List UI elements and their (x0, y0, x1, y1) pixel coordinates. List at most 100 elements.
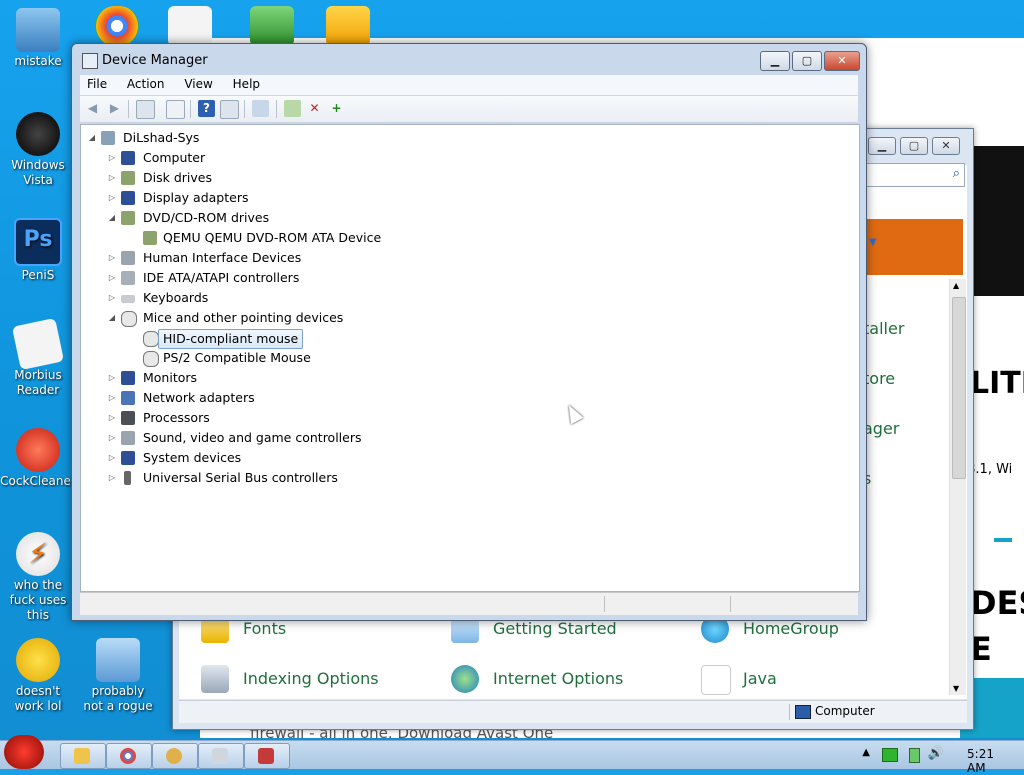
volume-icon[interactable]: 🔊 (928, 746, 944, 761)
cp-item-fonts[interactable]: Fonts (201, 615, 286, 643)
tree-node-disk-drives[interactable]: ▷ Disk drives (107, 169, 507, 187)
network-icon[interactable] (882, 748, 898, 762)
computer-icon (121, 151, 135, 165)
menu-view[interactable]: View (177, 75, 219, 93)
tree-node-mice[interactable]: ◢ Mice and other pointing devices (107, 309, 507, 327)
tree-node-monitors[interactable]: ▷ Monitors (107, 369, 507, 387)
cp-partial-item[interactable]: tore (863, 369, 895, 388)
start-button[interactable] (4, 735, 44, 769)
clock[interactable]: 5:21 AM (967, 747, 994, 775)
show-hidden-icons-icon[interactable]: ▲ (862, 747, 870, 758)
desktop-icon-mistake[interactable]: mistake (0, 8, 76, 69)
taskbar-settings[interactable] (152, 743, 198, 769)
menu-file[interactable]: File (80, 75, 114, 93)
expand-icon[interactable]: ▷ (107, 409, 117, 427)
collapse-icon[interactable]: ◢ (87, 129, 97, 147)
update-driver-icon[interactable] (284, 100, 301, 117)
tree-node-usb-controllers[interactable]: ▷ Universal Serial Bus controllers (107, 469, 507, 487)
collapse-icon[interactable]: ◢ (107, 309, 117, 327)
back-icon[interactable]: ◀ (84, 100, 101, 117)
expand-icon[interactable]: ▷ (107, 189, 117, 207)
close-button[interactable]: ✕ (932, 137, 960, 155)
uninstall-icon[interactable]: ✕ (306, 100, 323, 117)
search-box[interactable]: ⌕ (863, 163, 965, 187)
taskbar-chrome[interactable] (106, 743, 152, 769)
tree-root[interactable]: ◢ DiLshad-Sys (87, 129, 387, 147)
cp-item-getting-started[interactable]: Getting Started (451, 615, 617, 643)
chrome-icon (120, 748, 136, 764)
expand-icon[interactable]: ▷ (107, 149, 117, 167)
cp-item-homegroup[interactable]: HomeGroup (701, 615, 839, 643)
desktop-icon-windows-vista[interactable]: Windows Vista (0, 112, 76, 188)
desktop-icon-morbius-reader[interactable]: Morbius Reader (0, 317, 76, 398)
bad-piggies-icon[interactable] (326, 6, 370, 46)
chrome-icon[interactable] (95, 6, 139, 46)
tree-device-hid-mouse[interactable]: HID-compliant mouse (137, 329, 537, 349)
disk-drive-icon (121, 171, 135, 185)
ide-controller-icon (121, 271, 135, 285)
desktop-icon-who-uses-this[interactable]: ⚡ who the fuck uses this (0, 532, 76, 623)
scan-hardware-icon[interactable] (252, 100, 269, 117)
tree-node-human-interface-devices[interactable]: ▷ Human Interface Devices (107, 249, 507, 267)
cp-item-java[interactable]: Java (701, 665, 777, 695)
cp-item-internet-options[interactable]: Internet Options (451, 665, 624, 693)
tree-node-network-adapters[interactable]: ▷ Network adapters (107, 389, 507, 407)
status-location: Computer (815, 704, 875, 718)
expand-icon[interactable]: ▷ (107, 449, 117, 467)
cp-partial-item[interactable]: taller (863, 319, 904, 338)
tree-node-system-devices[interactable]: ▷ System devices (107, 449, 507, 467)
expand-icon[interactable]: ▷ (107, 249, 117, 267)
show-hide-console-tree-icon[interactable] (136, 100, 155, 119)
tree-node-dvd-cd-rom-drives[interactable]: ◢ DVD/CD-ROM drives (107, 209, 507, 227)
maximize-button[interactable]: ▢ (792, 51, 822, 71)
minimize-button[interactable]: ▁ (868, 137, 896, 155)
tree-node-label: Keyboards (143, 290, 209, 305)
desktop-icon-cockcleaner[interactable]: CockCleaner (0, 428, 76, 489)
expand-icon[interactable]: ▷ (107, 289, 117, 307)
taskbar-explorer[interactable] (60, 743, 106, 769)
minimize-button[interactable]: ▁ (760, 51, 790, 71)
properties-icon[interactable] (166, 100, 185, 119)
expand-icon[interactable]: ▷ (107, 369, 117, 387)
tree-device-qemu-dvd-rom[interactable]: QEMU QEMU DVD-ROM ATA Device (137, 229, 537, 247)
collapse-icon[interactable]: ◢ (107, 209, 117, 227)
scrollbar[interactable]: ▲ ▼ (949, 279, 966, 695)
scroll-down-icon[interactable]: ▼ (953, 684, 959, 693)
expand-icon[interactable]: ▷ (107, 169, 117, 187)
gear-icon (96, 638, 140, 682)
enable-device-icon[interactable]: + (328, 100, 345, 117)
solitaire-icon[interactable] (168, 6, 212, 46)
monitor-icon (121, 371, 135, 385)
forward-icon[interactable]: ▶ (106, 100, 123, 117)
taskbar-device-manager[interactable] (198, 743, 244, 769)
menu-action[interactable]: Action (120, 75, 172, 93)
cp-item-indexing-options[interactable]: Indexing Options (201, 665, 379, 693)
taskbar-app[interactable] (244, 743, 290, 769)
close-button[interactable]: ✕ (824, 51, 860, 71)
help-icon[interactable]: ? (198, 100, 215, 117)
tree-node-computer[interactable]: ▷ Computer (107, 149, 507, 167)
usb-icon (124, 471, 131, 485)
expand-icon[interactable]: ▷ (107, 389, 117, 407)
battery-icon[interactable] (909, 748, 920, 763)
expand-icon[interactable]: ▷ (107, 469, 117, 487)
expand-icon[interactable]: ▷ (107, 429, 117, 447)
cp-item-label: Internet Options (493, 669, 624, 688)
tree-node-ide-controllers[interactable]: ▷ IDE ATA/ATAPI controllers (107, 269, 507, 287)
desktop-icon-doesnt-work[interactable]: doesn't work lol (0, 638, 76, 714)
menu-help[interactable]: Help (226, 75, 267, 93)
tree-device-ps2-mouse[interactable]: PS/2 Compatible Mouse (137, 349, 537, 367)
desktop-icon-probably-not-a-rogue[interactable]: probably not a rogue (80, 638, 156, 714)
tree-node-keyboards[interactable]: ▷ Keyboards (107, 289, 507, 307)
shield-icon[interactable] (250, 6, 294, 46)
scrollbar-thumb[interactable] (952, 297, 966, 479)
desktop-icon-penis[interactable]: Ps PeniS (0, 218, 76, 283)
expand-icon[interactable]: ▷ (107, 269, 117, 287)
tree-node-processors[interactable]: ▷ Processors (107, 409, 507, 427)
scroll-up-icon[interactable]: ▲ (953, 281, 959, 290)
maximize-button[interactable]: ▢ (900, 137, 928, 155)
action-pane-icon[interactable] (220, 100, 239, 119)
tree-node-sound[interactable]: ▷ Sound, video and game controllers (107, 429, 507, 447)
tree-node-display-adapters[interactable]: ▷ Display adapters (107, 189, 507, 207)
cp-partial-item[interactable]: ager (863, 419, 899, 438)
